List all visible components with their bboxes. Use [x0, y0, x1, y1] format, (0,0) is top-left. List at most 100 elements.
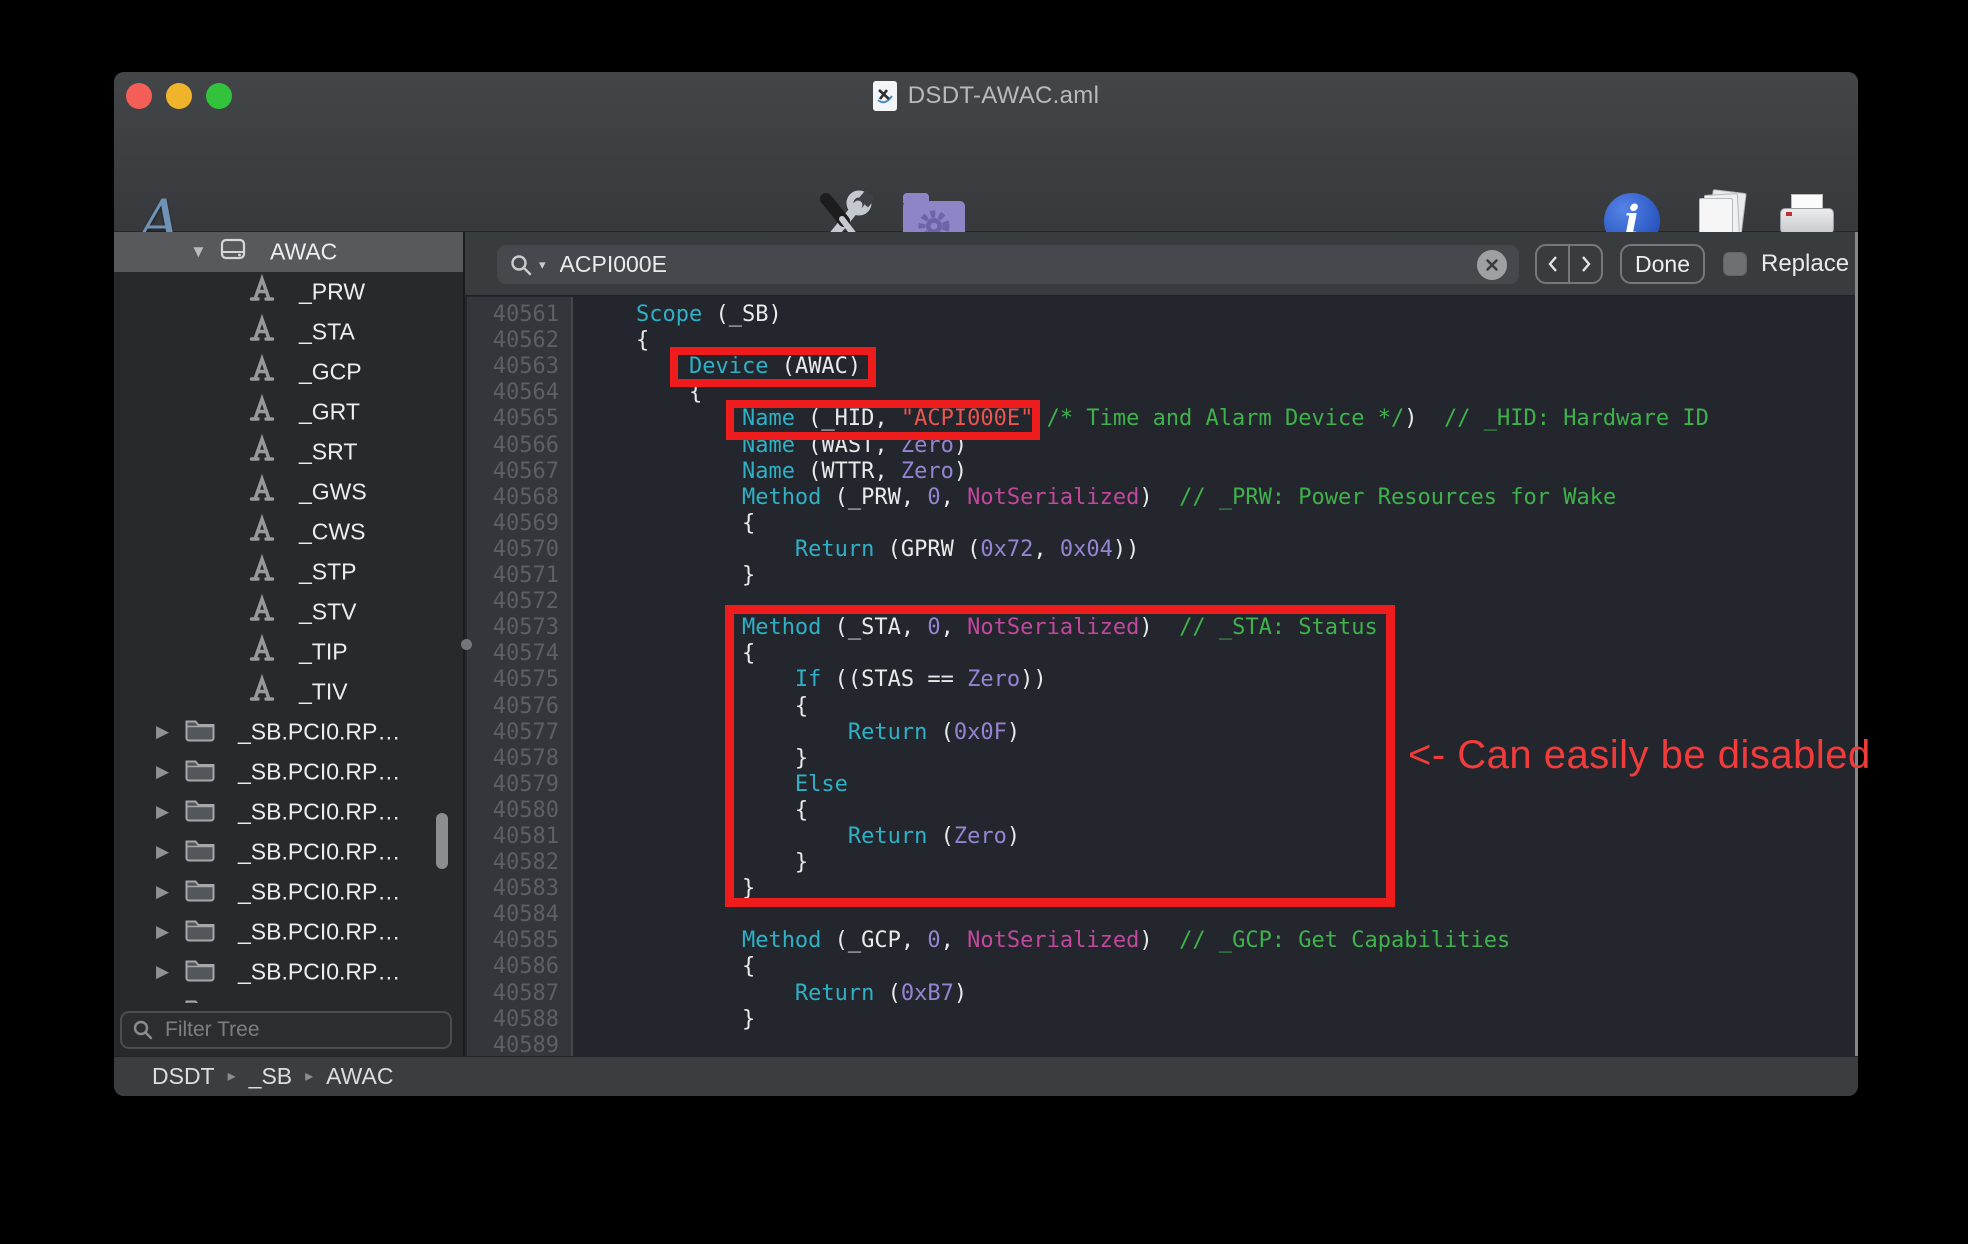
sidebar-item-sbpci0rp[interactable]: ▶ _SB.PCI0.RP… — [114, 832, 463, 872]
find-bar: ▾ — [465, 232, 1858, 296]
tree-item-label: _GRT — [299, 399, 360, 426]
code-line[interactable]: 40566 Name (WAST, Zero) — [465, 433, 1858, 459]
sidebar-item-sbpci0rp[interactable]: ▶_SB.PCI0.RP… — [114, 912, 463, 952]
line-number: 40566 — [465, 433, 569, 459]
tree-item-label: _SB.PCI0.RP… — [238, 759, 400, 786]
code-line[interactable]: 40586 { — [465, 954, 1858, 980]
disclosure-closed-icon[interactable]: ▶ — [156, 802, 169, 822]
find-next-button[interactable] — [1568, 246, 1601, 282]
tree-item-label: AWAC — [270, 239, 337, 266]
line-number: 40561 — [465, 302, 569, 328]
code-line[interactable]: 40569 { — [465, 511, 1858, 537]
sidebar-item-cws[interactable]: _CWS — [114, 512, 463, 552]
clear-search-button[interactable] — [1477, 250, 1507, 280]
disclosure-closed-icon[interactable]: ▶ — [156, 762, 169, 782]
sidebar-item-gcp[interactable]: _GCP — [114, 352, 463, 392]
disclosure-closed-icon[interactable]: ▶ — [156, 842, 169, 862]
line-number: 40576 — [465, 694, 569, 720]
annotation-box-device — [670, 347, 876, 387]
code-line[interactable]: 40565 Name (_HID, "ACPI000E" /* Time and… — [465, 406, 1858, 432]
method-a-icon — [247, 634, 277, 664]
breadcrumb-item-sb[interactable]: _SB — [249, 1063, 292, 1090]
app-window: DSDT-AWAC.aml A Fonts Compile — [114, 72, 1858, 1096]
sidebar-item-tiv[interactable]: _TIV — [114, 672, 463, 712]
search-icon — [132, 1019, 154, 1041]
sidebar-item-sbpci0rp[interactable]: ▶ _SB.PCI0.RP… — [114, 752, 463, 792]
code-text: { — [569, 954, 755, 980]
done-button[interactable]: Done — [1620, 244, 1705, 284]
code-line[interactable]: 40587 Return (0xB7) — [465, 981, 1858, 1007]
annotation-text: <- Can easily be disabled — [1408, 733, 1871, 778]
code-line[interactable]: 40589 — [465, 1033, 1858, 1056]
code-line[interactable]: 40568 Method (_PRW, 0, NotSerialized) //… — [465, 485, 1858, 511]
folder-icon — [184, 756, 216, 783]
sidebar-item-sbpci0rp[interactable]: ▶_SB.PCI0.RP… — [114, 952, 463, 992]
code-text: Return (0xB7) — [569, 981, 967, 1007]
disclosure-closed-icon[interactable]: ▶ — [156, 722, 169, 742]
tree-item-label: _SRT — [299, 439, 357, 466]
line-number: 40585 — [465, 928, 569, 954]
window-header: DSDT-AWAC.aml A Fonts Compile — [114, 72, 1858, 232]
line-number: 40571 — [465, 563, 569, 589]
filter-area — [114, 1003, 463, 1056]
folder-icon — [184, 996, 216, 1004]
breadcrumb-item-awac[interactable]: AWAC — [326, 1063, 393, 1090]
sidebar-item-stv[interactable]: _STV — [114, 592, 463, 632]
code-text: { — [569, 511, 755, 537]
editor-scrollbar[interactable] — [1855, 232, 1858, 1056]
filter-tree-input[interactable] — [163, 1017, 440, 1043]
done-label: Done — [1635, 251, 1690, 278]
tree-item-label: _SB.PCI0.RP… — [238, 839, 400, 866]
filter-tree-field[interactable] — [120, 1011, 452, 1049]
line-number: 40570 — [465, 537, 569, 563]
sidebar-item-grt[interactable]: _GRT — [114, 392, 463, 432]
find-previous-button[interactable] — [1537, 246, 1568, 282]
tree-item-label: _STP — [299, 559, 357, 586]
tree-item-label: _TIV — [299, 679, 348, 706]
line-number: 40574 — [465, 641, 569, 667]
sidebar-item-tip[interactable]: _TIP — [114, 632, 463, 672]
sidebar-item-awac[interactable]: ▼ AWAC — [114, 232, 463, 272]
breadcrumb: DSDT▸_SB▸AWAC — [152, 1063, 393, 1090]
sidebar-scrollbar[interactable] — [436, 813, 448, 869]
disclosure-closed-icon[interactable]: ▶ — [156, 922, 169, 942]
code-text: } — [569, 1007, 755, 1033]
search-menu-chevron-icon[interactable]: ▾ — [539, 257, 546, 273]
sidebar-item-srt[interactable]: _SRT — [114, 432, 463, 472]
code-line[interactable]: 40585 Method (_GCP, 0, NotSerialized) //… — [465, 928, 1858, 954]
sidebar-item-prw[interactable]: _PRW — [114, 272, 463, 312]
code-line[interactable]: 40561 Scope (_SB) — [465, 302, 1858, 328]
method-a-icon — [247, 594, 277, 624]
disclosure-closed-icon[interactable]: ▶ — [156, 882, 169, 902]
line-number: 40581 — [465, 824, 569, 850]
breadcrumb-separator-icon: ▸ — [228, 1066, 236, 1086]
search-field[interactable]: ▾ — [497, 245, 1519, 284]
code-line[interactable]: 40567 Name (WTTR, Zero) — [465, 459, 1858, 485]
replace-label: Replace — [1761, 232, 1849, 296]
sidebar-item-stp[interactable]: _STP — [114, 552, 463, 592]
titlebar: DSDT-AWAC.aml — [114, 72, 1858, 120]
line-number: 40567 — [465, 459, 569, 485]
sidebar-item-sbpci0rp[interactable]: ▶_SB.PCI0.RP… — [114, 712, 463, 752]
disclosure-closed-icon[interactable]: ▶ — [156, 962, 169, 982]
disclosure-open-icon[interactable]: ▼ — [190, 242, 207, 262]
replace-checkbox[interactable] — [1723, 252, 1747, 276]
code-line[interactable]: 40570 Return (GPRW (0x72, 0x04)) — [465, 537, 1858, 563]
tree-item-label: _PRW — [299, 279, 365, 306]
breadcrumb-item-dsdt[interactable]: DSDT — [152, 1063, 215, 1090]
sidebar-item-sbpci0rp[interactable]: ▶_SB.PCI0.RP… — [114, 792, 463, 832]
tree-item-label: _CWS — [299, 519, 365, 546]
sidebar-item-sbpci0rp[interactable]: ▶_SB.PCI0.RP… — [114, 992, 463, 1003]
code-line[interactable]: 40588 } — [465, 1007, 1858, 1033]
sidebar-item-sbpci0rp[interactable]: ▶_SB.PCI0.RP… — [114, 872, 463, 912]
method-a-icon — [247, 674, 277, 704]
chevron-right-icon — [1579, 254, 1593, 274]
code-line[interactable]: 40571 } — [465, 563, 1858, 589]
line-number: 40583 — [465, 876, 569, 902]
line-number: 40568 — [465, 485, 569, 511]
splitter-handle[interactable] — [461, 639, 472, 650]
search-input[interactable] — [558, 250, 1471, 279]
sidebar-item-sta[interactable]: _STA — [114, 312, 463, 352]
folder-icon — [184, 716, 216, 743]
sidebar-item-gws[interactable]: _GWS — [114, 472, 463, 512]
